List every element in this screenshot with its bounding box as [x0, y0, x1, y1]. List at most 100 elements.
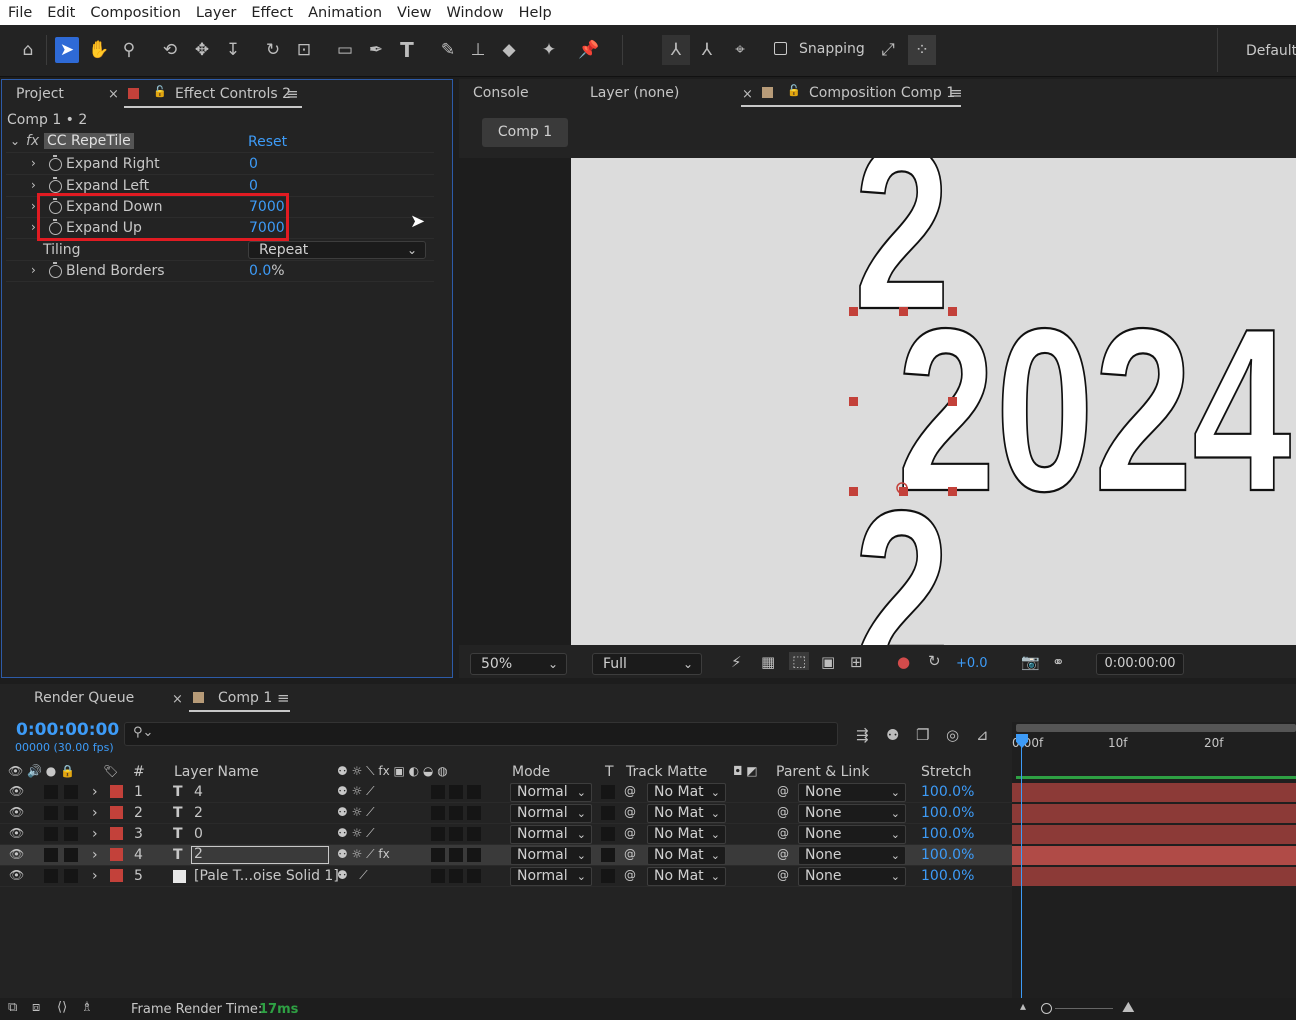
- mode-dropdown[interactable]: Normal ⌄: [510, 783, 592, 802]
- zoom-tool-icon[interactable]: ⚲: [117, 37, 141, 63]
- switch-box[interactable]: [449, 848, 463, 862]
- eye-icon[interactable]: 👁: [9, 805, 24, 819]
- roto-brush-icon[interactable]: ✦: [537, 37, 561, 63]
- workspace-default[interactable]: Default: [1246, 43, 1296, 59]
- twirl-icon[interactable]: ›: [92, 805, 98, 821]
- pickwhip-icon[interactable]: @: [624, 868, 636, 882]
- label-color-swatch[interactable]: [110, 806, 123, 819]
- canvas-area[interactable]: 2 2024 2: [459, 158, 1296, 645]
- render-time-toggle-icon[interactable]: ♗: [81, 1000, 93, 1015]
- menu-animation[interactable]: Animation: [300, 5, 389, 21]
- clone-stamp-icon[interactable]: ⊥: [466, 37, 490, 63]
- layer-duration-bar[interactable]: [1012, 783, 1296, 802]
- layer-name[interactable]: [Pale T...oise Solid 1]: [194, 868, 339, 884]
- tab-layer[interactable]: Layer (none): [590, 85, 679, 101]
- switch-box[interactable]: [467, 785, 481, 799]
- stopwatch-icon[interactable]: [49, 177, 62, 193]
- rotation-tool-icon[interactable]: ↻: [261, 37, 285, 63]
- twirl-icon[interactable]: ›: [31, 220, 36, 234]
- tab-effect-controls[interactable]: Effect Controls 2: [175, 86, 291, 102]
- property-value[interactable]: 0: [249, 178, 258, 194]
- layer-switches[interactable]: ⚉ ☼ ⟋: [337, 826, 375, 841]
- tab-project[interactable]: Project: [16, 86, 64, 102]
- lock-icon[interactable]: 🔓: [787, 84, 801, 97]
- parent-dropdown[interactable]: None ⌄: [798, 825, 906, 844]
- dolly-camera-icon[interactable]: ↧: [221, 37, 245, 63]
- menu-composition[interactable]: Composition: [82, 5, 188, 21]
- menu-layer[interactable]: Layer: [188, 5, 243, 21]
- work-area-bar[interactable]: [1016, 724, 1296, 732]
- preserve-transparency-switch[interactable]: [601, 827, 615, 841]
- pickwhip-icon[interactable]: @: [624, 847, 636, 861]
- motion-blur-icon[interactable]: ◎: [946, 726, 959, 744]
- layer-row[interactable]: 👁 › 3 T 0 ⚉ ☼ ⟋ Normal ⌄ @ No Mat ⌄ @ None…: [0, 824, 1012, 845]
- lock-switch[interactable]: [64, 848, 78, 862]
- snap-grid-icon[interactable]: ⁘: [908, 35, 936, 65]
- stretch-value[interactable]: 100.0%: [921, 805, 974, 821]
- track-matte-dropdown[interactable]: No Mat ⌄: [647, 846, 726, 865]
- parent-pickwhip-icon[interactable]: @: [777, 847, 789, 861]
- eye-icon[interactable]: 👁: [9, 868, 24, 882]
- menu-effect[interactable]: Effect: [243, 5, 300, 21]
- layer-name[interactable]: 4: [194, 784, 203, 800]
- exposure-value[interactable]: +0.0: [956, 656, 988, 671]
- switch-box[interactable]: [431, 827, 445, 841]
- home-icon[interactable]: ⌂: [16, 37, 40, 63]
- twirl-icon[interactable]: ›: [31, 263, 36, 277]
- layer-duration-bar[interactable]: [1012, 846, 1296, 865]
- transparency-grid-icon[interactable]: ▦: [761, 653, 775, 671]
- label-color-swatch[interactable]: [110, 869, 123, 882]
- playhead[interactable]: [1021, 740, 1022, 998]
- menu-file[interactable]: File: [0, 5, 39, 21]
- composition-mini-flowchart-icon[interactable]: ⇶: [856, 726, 869, 744]
- zoom-slider-handle[interactable]: [1041, 1003, 1052, 1014]
- pen-tool-icon[interactable]: ✒: [364, 37, 388, 63]
- twirl-icon[interactable]: ›: [31, 156, 36, 170]
- snap-options-icon[interactable]: ⤢: [876, 37, 900, 63]
- selection-tool-icon[interactable]: ➤: [55, 37, 79, 63]
- menu-view[interactable]: View: [389, 5, 438, 21]
- layer-row[interactable]: 👁 › 5 [Pale T...oise Solid 1] ⚉ ⟋ Normal…: [0, 866, 1012, 887]
- twirl-icon[interactable]: ›: [31, 199, 36, 213]
- twirl-icon[interactable]: ›: [92, 847, 98, 863]
- lock-switch[interactable]: [64, 806, 78, 820]
- grid-guides-icon[interactable]: ⊞: [850, 653, 863, 671]
- stopwatch-icon[interactable]: [49, 155, 62, 171]
- anchor-point-tool-icon[interactable]: ⊡: [292, 37, 316, 63]
- twirl-icon[interactable]: ›: [92, 826, 98, 842]
- tab-console[interactable]: Console: [473, 85, 529, 101]
- switch-box[interactable]: [467, 806, 481, 820]
- switch-box[interactable]: [431, 869, 445, 883]
- parent-dropdown[interactable]: None ⌄: [798, 867, 906, 886]
- comp-breadcrumb-button[interactable]: Comp 1: [482, 118, 568, 147]
- track-matte-dropdown[interactable]: No Mat ⌄: [647, 867, 726, 886]
- preserve-transparency-switch[interactable]: [601, 806, 615, 820]
- reset-exposure-icon[interactable]: ↻: [928, 652, 941, 670]
- close-icon[interactable]: ×: [742, 87, 753, 102]
- panel-menu-icon[interactable]: ≡: [950, 84, 963, 102]
- current-time-display[interactable]: 0:00:00:00: [16, 720, 119, 740]
- graph-editor-icon[interactable]: ⊿: [976, 726, 989, 744]
- preserve-transparency-switch[interactable]: [601, 785, 615, 799]
- stretch-value[interactable]: 100.0%: [921, 784, 974, 800]
- parent-pickwhip-icon[interactable]: @: [777, 868, 789, 882]
- panel-menu-icon[interactable]: ≡: [277, 689, 290, 707]
- mode-dropdown[interactable]: Normal ⌄: [510, 846, 592, 865]
- zoom-out-icon[interactable]: ▴: [1020, 999, 1026, 1013]
- eye-icon[interactable]: 👁: [9, 784, 24, 798]
- layer-duration-bar[interactable]: [1012, 867, 1296, 886]
- fx-icon[interactable]: fx: [26, 133, 39, 149]
- layer-switches[interactable]: ⚉ ⟋: [337, 868, 368, 883]
- twirl-icon[interactable]: ›: [31, 178, 36, 192]
- frame-blending-icon[interactable]: ❐: [916, 726, 929, 744]
- eye-icon[interactable]: 👁: [9, 847, 24, 861]
- solo-switch[interactable]: [44, 806, 58, 820]
- preserve-transparency-switch[interactable]: [601, 869, 615, 883]
- switch-box[interactable]: [431, 848, 445, 862]
- eraser-tool-icon[interactable]: ◆: [497, 37, 521, 63]
- lock-icon[interactable]: 🔓: [153, 85, 167, 98]
- lock-switch[interactable]: [64, 869, 78, 883]
- channel-icon[interactable]: ●: [897, 653, 910, 671]
- mode-dropdown[interactable]: Normal ⌄: [510, 804, 592, 823]
- solo-switch[interactable]: [44, 848, 58, 862]
